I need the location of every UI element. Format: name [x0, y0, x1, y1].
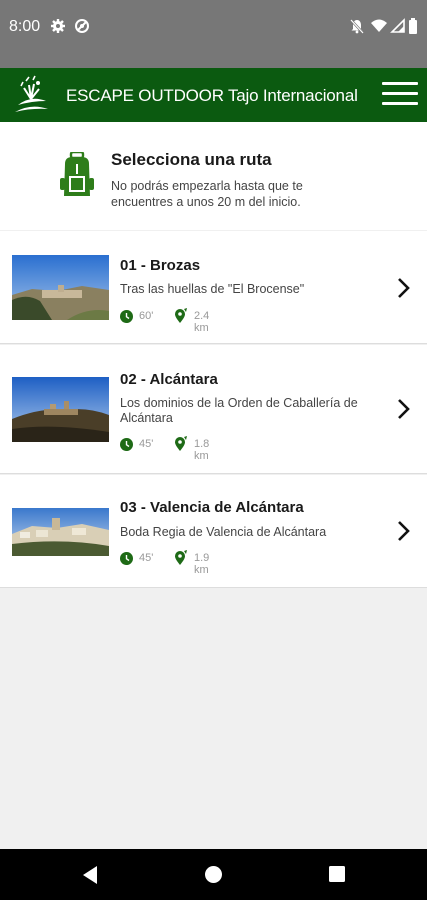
recents-icon[interactable]	[328, 865, 346, 883]
clock-icon	[120, 438, 133, 451]
location-pin-icon	[175, 308, 187, 323]
route-distance: 2.4 km	[194, 310, 210, 334]
route-item-alcantara[interactable]: 02 - Alcántara Los dominios de la Orden …	[0, 345, 427, 474]
chevron-right-icon[interactable]	[396, 276, 412, 300]
signal-icon	[390, 18, 405, 33]
route-duration: 60'	[139, 310, 154, 322]
route-selection-header: Selecciona una ruta No podrás empezarla …	[0, 122, 427, 230]
route-thumbnail-alcantara	[12, 377, 109, 442]
clock-icon	[120, 310, 133, 323]
header-title: Selecciona una ruta	[111, 150, 272, 169]
clock-icon	[120, 552, 133, 565]
back-icon[interactable]	[81, 865, 99, 885]
route-item-brozas[interactable]: 01 - Brozas Tras las huellas de "El Broc…	[0, 231, 427, 344]
sync-icon	[75, 19, 89, 33]
app-bar: ESCAPE OUTDOOR Tajo Internacional	[0, 68, 427, 122]
route-distance: 1.8 km	[194, 438, 210, 462]
route-duration: 45'	[139, 438, 154, 450]
route-title: 02 - Alcántara	[120, 371, 218, 388]
route-distance: 1.9 km	[194, 552, 210, 576]
header-subtitle: No podrás empezarla hasta que te encuent…	[111, 179, 303, 209]
status-time: 8:00	[9, 18, 41, 35]
status-bar: 8:00	[0, 0, 427, 68]
gear-icon	[51, 19, 65, 33]
route-thumbnail-brozas	[12, 255, 109, 320]
backpack-icon	[60, 152, 94, 196]
route-title: 03 - Valencia de Alcántara	[120, 499, 304, 516]
wifi-icon	[371, 19, 387, 32]
route-description: Los dominios de la Orden de Caballería d…	[120, 396, 358, 425]
location-pin-icon	[175, 436, 187, 451]
system-nav-bar	[0, 849, 427, 900]
route-title: 01 - Brozas	[120, 257, 201, 274]
route-description: Boda Regia de Valencia de Alcántara	[120, 525, 327, 539]
hamburger-menu-icon[interactable]	[382, 82, 418, 108]
battery-icon	[409, 18, 417, 34]
chevron-right-icon[interactable]	[396, 397, 412, 421]
route-item-valencia-de-alcantara[interactable]: 03 - Valencia de Alcántara Boda Regia de…	[0, 475, 427, 588]
escape-outdoor-logo	[15, 75, 48, 112]
chevron-right-icon[interactable]	[396, 519, 412, 543]
route-description: Tras las huellas de "El Brocense"	[120, 282, 305, 296]
app-title: ESCAPE OUTDOOR Tajo Internacional	[66, 86, 358, 105]
location-pin-icon	[175, 550, 187, 565]
notifications-off-icon	[350, 19, 364, 34]
route-duration: 45'	[139, 552, 154, 564]
home-icon[interactable]	[204, 865, 223, 884]
route-thumbnail-valencia-de-alcantara	[12, 508, 109, 556]
